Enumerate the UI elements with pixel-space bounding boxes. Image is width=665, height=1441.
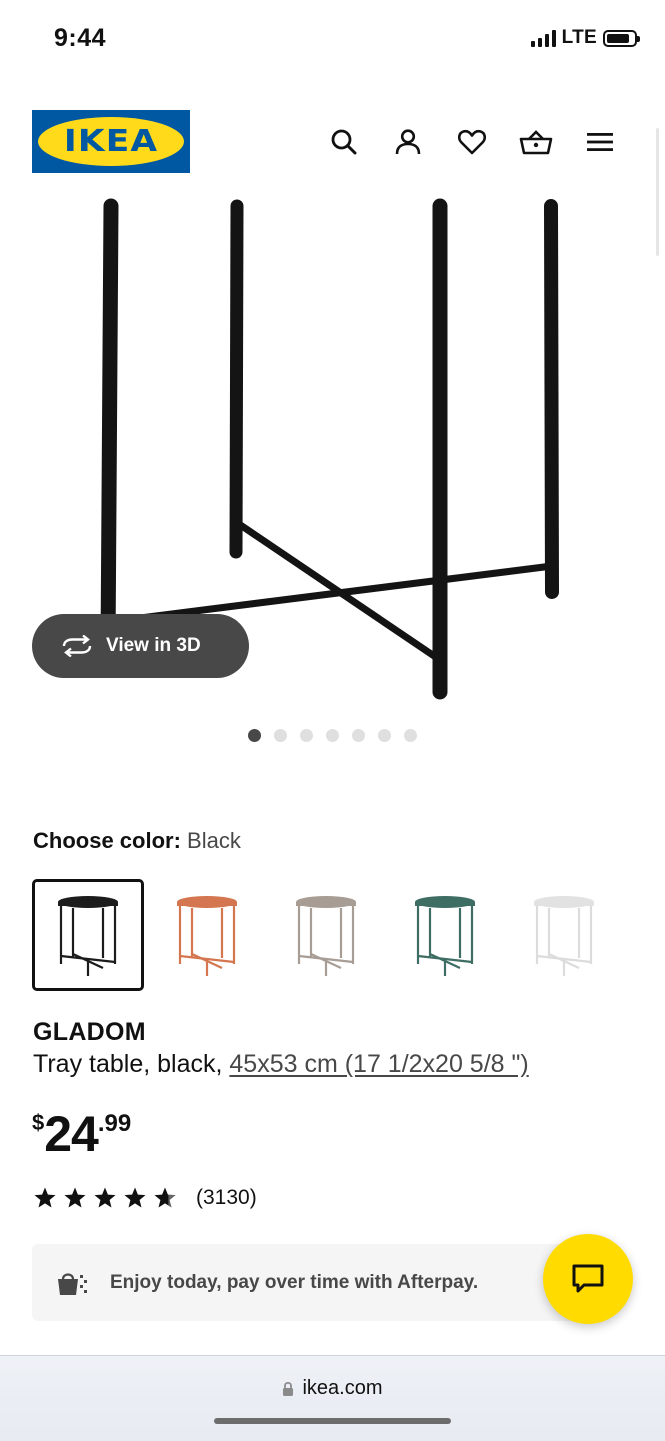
account-icon[interactable] <box>388 122 428 162</box>
chat-button[interactable] <box>543 1234 633 1324</box>
logo-text: IKEA <box>63 124 159 159</box>
pagination-dot[interactable] <box>274 729 287 742</box>
logo-oval: IKEA <box>38 117 184 166</box>
afterpay-banner[interactable]: Enjoy today, pay over time with Afterpay… <box>32 1244 602 1321</box>
home-indicator[interactable] <box>214 1418 451 1424</box>
ikea-logo[interactable]: IKEA <box>32 110 190 173</box>
menu-icon[interactable] <box>580 122 620 162</box>
product-dimensions-link[interactable]: 45x53 cm (17 1/2x20 5/8 ") <box>229 1050 528 1078</box>
battery-icon <box>603 29 640 47</box>
afterpay-text: Enjoy today, pay over time with Afterpay… <box>110 1271 479 1293</box>
url-text: ikea.com <box>302 1377 383 1399</box>
selected-color: Black <box>187 828 241 853</box>
pagination-dot[interactable] <box>300 729 313 742</box>
swatch-thumbnail <box>58 896 118 976</box>
heart-icon[interactable] <box>452 122 492 162</box>
rotate-icon <box>62 635 92 657</box>
price-integer: 24 <box>44 1106 99 1162</box>
color-swatch-green[interactable] <box>389 879 501 991</box>
search-icon[interactable] <box>324 122 364 162</box>
swatch-thumbnail <box>296 896 356 976</box>
signal-icon <box>530 29 556 47</box>
lock-icon <box>283 1381 294 1396</box>
price-decimal: .99 <box>97 1110 132 1137</box>
choose-color: Choose color: Black <box>33 828 241 854</box>
status-indicators: LTE <box>530 27 640 49</box>
shopping-bag-icon <box>58 1272 87 1295</box>
star-icon <box>34 1187 56 1208</box>
status-time: 9:44 <box>54 24 107 52</box>
color-swatch-orange[interactable] <box>151 879 263 991</box>
view-in-3d-label: View in 3D <box>106 635 201 656</box>
view-in-3d-button[interactable]: View in 3D <box>32 614 249 678</box>
product-rating[interactable]: (3130) <box>32 1186 257 1210</box>
pagination-dot[interactable] <box>352 729 365 742</box>
swatch-thumbnail <box>415 896 475 976</box>
product-price: $ 24 .99 <box>32 1106 131 1162</box>
image-pagination <box>248 729 417 742</box>
swatch-thumbnail <box>534 896 594 976</box>
product-name: GLADOM <box>33 1018 146 1046</box>
price-currency: $ <box>32 1110 45 1135</box>
color-swatch-white[interactable] <box>508 879 620 991</box>
pagination-dot[interactable] <box>326 729 339 742</box>
address-bar[interactable]: ikea.com <box>0 1377 665 1400</box>
product-type: Tray table, black, <box>33 1050 223 1078</box>
star-icon <box>64 1187 86 1208</box>
chat-icon <box>572 1264 604 1293</box>
product-description: Tray table, black, 45x53 cm (17 1/2x20 5… <box>33 1050 529 1079</box>
choose-color-label: Choose color: <box>33 828 181 853</box>
star-icon <box>94 1187 116 1208</box>
star-icon <box>124 1187 146 1208</box>
pagination-dot[interactable] <box>248 729 261 742</box>
color-swatch-black[interactable] <box>32 879 144 991</box>
half-star-icon <box>154 1187 176 1208</box>
swatch-thumbnail <box>177 896 237 976</box>
pagination-dot[interactable] <box>378 729 391 742</box>
color-swatch-beige[interactable] <box>270 879 382 991</box>
pagination-dot[interactable] <box>404 729 417 742</box>
cart-icon[interactable] <box>516 122 556 162</box>
rating-count: (3130) <box>196 1186 257 1209</box>
network-label: LTE <box>561 27 597 48</box>
